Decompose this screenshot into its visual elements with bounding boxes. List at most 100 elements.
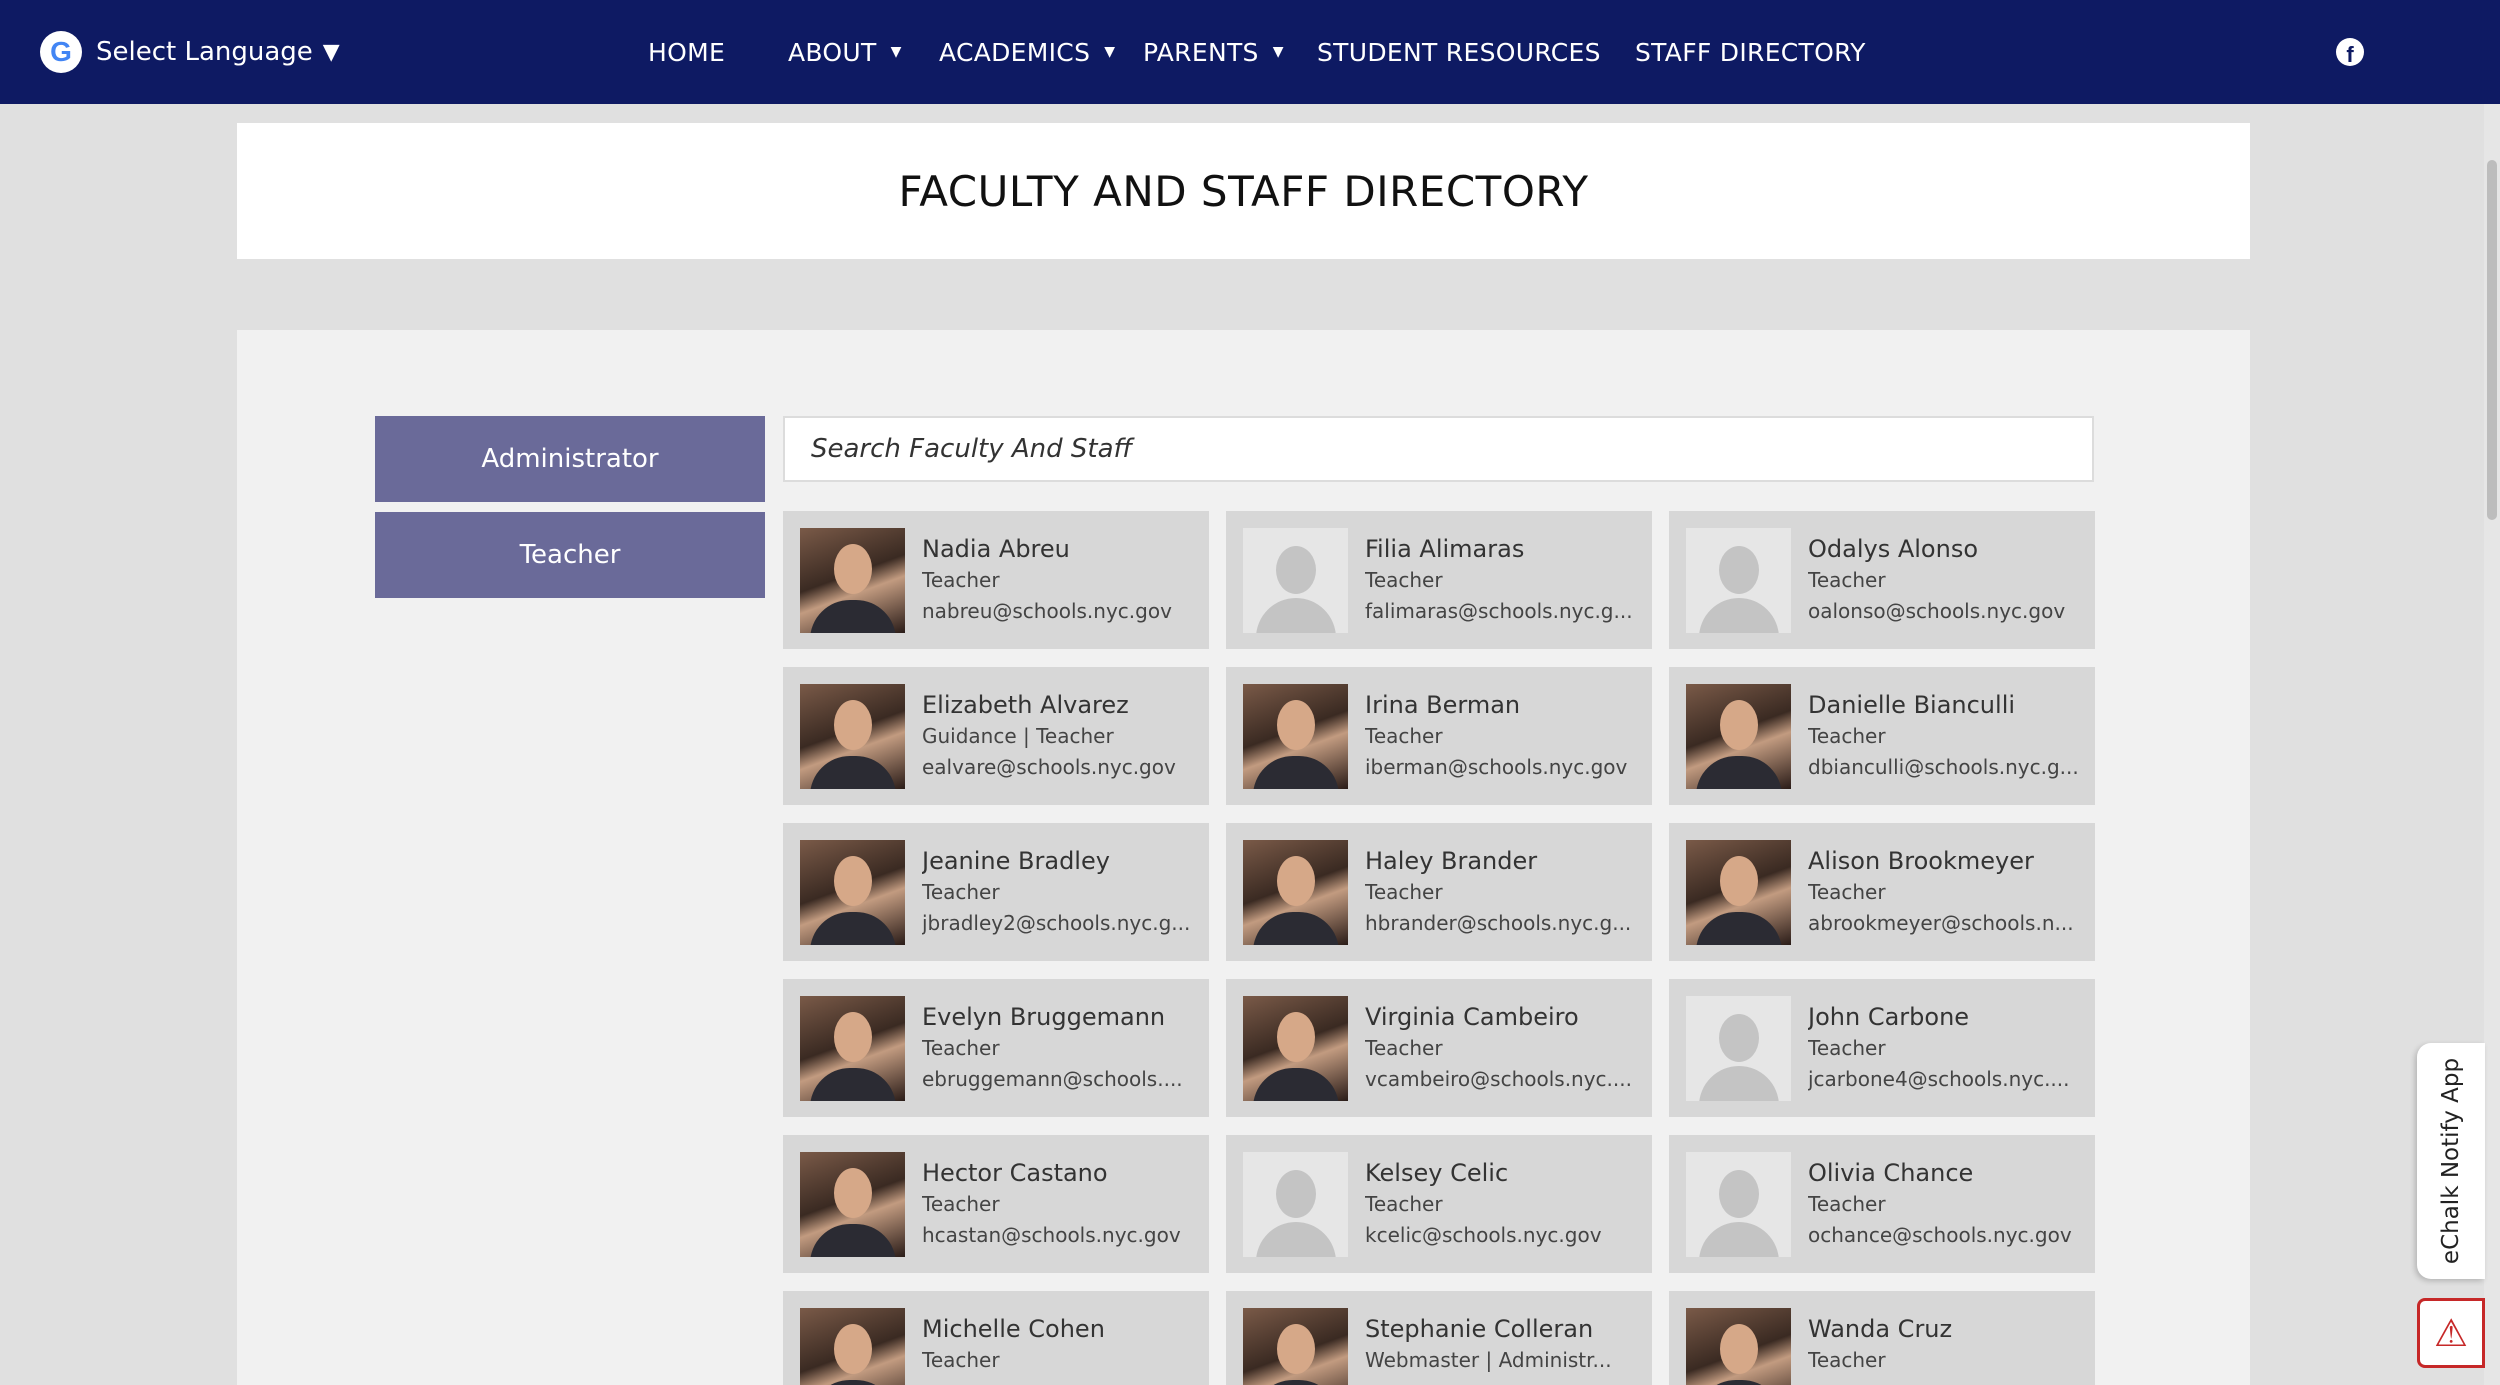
staff-role: Teacher	[922, 1036, 1000, 1060]
staff-info: Virginia Cambeiro Teacher vcambeiro@school…	[1365, 1001, 1640, 1095]
staff-name: Filia Alimaras	[1365, 535, 1525, 563]
staff-card[interactable]: Olivia Chance Teacher ochance@schools.nyc.…	[1669, 1135, 2095, 1273]
top-nav-bar: G Select Language ▼ HOME ABOUT ▼ ACADEMICS ▼…	[0, 0, 2500, 104]
staff-email[interactable]: hbrander@schools.nyc.g...	[1365, 908, 1640, 939]
staff-email[interactable]: kcelic@schools.nyc.gov	[1365, 1220, 1640, 1251]
staff-card[interactable]: Danielle Bianculli Teacher dbianculli@scho…	[1669, 667, 2095, 805]
staff-card[interactable]: Alison Brookmeyer Teacher abrookmeyer@scho…	[1669, 823, 2095, 961]
main-nav: HOME ABOUT ▼ ACADEMICS ▼ PARENTS ▼ STUDENT RESO…	[0, 0, 2500, 104]
staff-info: Alison Brookmeyer Teacher abrookmeyer@scho…	[1808, 845, 2083, 939]
nav-item-parents[interactable]: PARENTS ▼	[1143, 33, 1284, 71]
staff-photo	[1243, 840, 1348, 945]
nav-item-staff-directory[interactable]: STAFF DIRECTORY	[1635, 33, 1866, 71]
staff-role: Teacher	[1365, 1192, 1443, 1216]
search-input[interactable]	[811, 434, 2092, 464]
staff-role: Teacher	[1808, 1192, 1886, 1216]
nav-item-label: ACADEMICS	[939, 37, 1091, 67]
staff-card[interactable]: Jeanine Bradley Teacher jbradley2@schools.…	[783, 823, 1209, 961]
staff-email[interactable]: ebruggemann@schools....	[922, 1064, 1197, 1095]
staff-card[interactable]: Michelle Cohen Teacher	[783, 1291, 1209, 1385]
staff-card[interactable]: John Carbone Teacher jcarbone4@schools.nyc…	[1669, 979, 2095, 1117]
nav-item-label: STAFF DIRECTORY	[1635, 37, 1866, 67]
staff-name: John Carbone	[1808, 1003, 1970, 1031]
staff-card[interactable]: Kelsey Celic Teacher kcelic@schools.nyc.go…	[1226, 1135, 1652, 1273]
staff-name: Michelle Cohen	[922, 1315, 1105, 1343]
staff-card[interactable]: Evelyn Bruggemann Teacher ebruggemann@scho…	[783, 979, 1209, 1117]
nav-item-about[interactable]: ABOUT ▼	[788, 33, 902, 71]
staff-card[interactable]: Filia Alimaras Teacher falimaras@schools.n…	[1226, 511, 1652, 649]
staff-photo	[800, 1308, 905, 1385]
page-title: FACULTY AND STAFF DIRECTORY	[898, 166, 1589, 216]
nav-item-label: PARENTS	[1143, 37, 1259, 67]
staff-name: Virginia Cambeiro	[1365, 1003, 1579, 1031]
staff-name: Danielle Bianculli	[1808, 691, 2016, 719]
staff-card[interactable]: Elizabeth Alvarez Guidance | Teacher ealva…	[783, 667, 1209, 805]
search-box[interactable]	[783, 416, 2094, 482]
staff-email[interactable]: jcarbone4@schools.nyc....	[1808, 1064, 2083, 1095]
staff-card[interactable]: Stephanie Colleran Webmaster | Administr.…	[1226, 1291, 1652, 1385]
staff-email[interactable]: ealvare@schools.nyc.gov	[922, 752, 1197, 783]
staff-info: Stephanie Colleran Webmaster | Administr.…	[1365, 1313, 1640, 1376]
staff-name: Nadia Abreu	[922, 535, 1070, 563]
staff-role: Teacher	[1808, 1348, 1886, 1372]
staff-email[interactable]: vcambeiro@schools.nyc....	[1365, 1064, 1640, 1095]
scrollbar-thumb[interactable]	[2487, 160, 2497, 520]
staff-role: Teacher	[922, 568, 1000, 592]
staff-card[interactable]: Virginia Cambeiro Teacher vcambeiro@school…	[1226, 979, 1652, 1117]
staff-role: Guidance | Teacher	[922, 724, 1114, 748]
staff-email[interactable]: dbianculli@schools.nyc.g...	[1808, 752, 2083, 783]
staff-name: Haley Brander	[1365, 847, 1538, 875]
notify-app-tab[interactable]: eChalk Notify App	[2417, 1043, 2485, 1279]
staff-photo	[800, 684, 905, 789]
staff-photo	[1686, 684, 1791, 789]
default-avatar-icon	[1243, 1152, 1348, 1257]
staff-photo	[1243, 996, 1348, 1101]
staff-info: Olivia Chance Teacher ochance@schools.nyc.…	[1808, 1157, 2083, 1251]
staff-photo	[1243, 684, 1348, 789]
staff-card[interactable]: Irina Berman Teacher iberman@schools.nyc.g…	[1226, 667, 1652, 805]
staff-card[interactable]: Odalys Alonso Teacher oalonso@schools.nyc.…	[1669, 511, 2095, 649]
staff-name: Hector Castano	[922, 1159, 1108, 1187]
staff-email[interactable]: jbradley2@schools.nyc.g...	[922, 908, 1197, 939]
staff-email[interactable]: oalonso@schools.nyc.gov	[1808, 596, 2083, 627]
staff-name: Jeanine Bradley	[922, 847, 1110, 875]
staff-role: Teacher	[1808, 1036, 1886, 1060]
staff-name: Olivia Chance	[1808, 1159, 1974, 1187]
staff-email[interactable]: falimaras@schools.nyc.g...	[1365, 596, 1640, 627]
staff-photo	[800, 1152, 905, 1257]
staff-photo	[800, 528, 905, 633]
staff-info: Haley Brander Teacher hbrander@schools.nyc…	[1365, 845, 1640, 939]
staff-card[interactable]: Nadia Abreu Teacher nabreu@schools.nyc.gov	[783, 511, 1209, 649]
facebook-icon[interactable]: f	[2336, 38, 2364, 66]
staff-info: Wanda Cruz Teacher	[1808, 1313, 2083, 1376]
staff-info: Elizabeth Alvarez Guidance | Teacher ealva…	[922, 689, 1197, 783]
staff-name: Irina Berman	[1365, 691, 1521, 719]
staff-name: Wanda Cruz	[1808, 1315, 1953, 1343]
staff-role: Teacher	[1365, 568, 1443, 592]
default-avatar-icon	[1243, 528, 1348, 633]
staff-photo	[1686, 840, 1791, 945]
staff-info: Jeanine Bradley Teacher jbradley2@schools.…	[922, 845, 1197, 939]
category-teacher-button[interactable]: Teacher	[375, 512, 765, 598]
staff-email[interactable]: hcastan@schools.nyc.gov	[922, 1220, 1197, 1251]
staff-card[interactable]: Wanda Cruz Teacher	[1669, 1291, 2095, 1385]
staff-email[interactable]: ochance@schools.nyc.gov	[1808, 1220, 2083, 1251]
warning-icon[interactable]: ⚠	[2417, 1298, 2485, 1368]
staff-email[interactable]: abrookmeyer@schools.n...	[1808, 908, 2083, 939]
staff-email[interactable]: iberman@schools.nyc.gov	[1365, 752, 1640, 783]
staff-photo	[1686, 1308, 1791, 1385]
staff-info: John Carbone Teacher jcarbone4@schools.nyc…	[1808, 1001, 2083, 1095]
staff-info: Filia Alimaras Teacher falimaras@schools.n…	[1365, 533, 1640, 627]
staff-email[interactable]: nabreu@schools.nyc.gov	[922, 596, 1197, 627]
nav-item-label: STUDENT RESOURCES	[1317, 37, 1601, 67]
category-administrator-button[interactable]: Administrator	[375, 416, 765, 502]
staff-role: Teacher	[922, 880, 1000, 904]
nav-item-label: ABOUT	[788, 37, 877, 67]
staff-card[interactable]: Hector Castano Teacher hcastan@schools.nyc…	[783, 1135, 1209, 1273]
nav-item-home[interactable]: HOME	[648, 33, 725, 71]
nav-item-academics[interactable]: ACADEMICS ▼	[939, 33, 1115, 71]
default-avatar-icon	[1686, 528, 1791, 633]
staff-info: Hector Castano Teacher hcastan@schools.nyc…	[922, 1157, 1197, 1251]
nav-item-student-resources[interactable]: STUDENT RESOURCES	[1317, 33, 1601, 71]
staff-card[interactable]: Haley Brander Teacher hbrander@schools.nyc…	[1226, 823, 1652, 961]
